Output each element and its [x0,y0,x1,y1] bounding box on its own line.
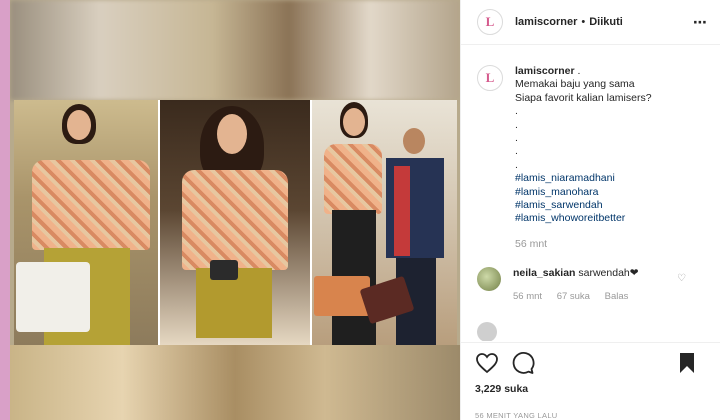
caption-username-link[interactable]: lamiscorner [515,65,575,77]
post-sidebar: L lamiscorner • Diikuti ⋯ L lamiscorner … [460,0,720,420]
comment-timestamp[interactable]: 56 mnt [513,291,542,302]
hashtag-link[interactable]: #lamis_sarwendah [515,199,652,212]
hashtag-link[interactable]: #lamis_niaramadhani [515,172,652,185]
comment-meta: 56 mnt 67 suka Balas [513,291,640,302]
bookmark-icon[interactable] [675,351,699,375]
post-caption: L lamiscorner . Memakai baju yang sama S… [477,65,708,251]
caption-dot: . [515,132,518,145]
comment-icon[interactable] [511,351,535,375]
reply-button[interactable]: Balas [605,291,629,302]
caption-text: . [574,65,581,77]
blurred-background-bottom [10,345,460,420]
comment-likes-link[interactable]: 67 suka [557,291,590,302]
photo-woman-and-boy [311,100,457,345]
photo-woman-white-bag [14,100,159,345]
comment-text: sarwendah❤ [575,267,639,280]
commenter-username-link[interactable]: neila_sakian [513,267,575,279]
blurred-background-top [10,0,460,100]
caption-dot: . [515,118,518,131]
author-username-link[interactable]: lamiscorner [515,16,577,28]
post-timestamp[interactable]: 56 MENIT YANG LALU [475,411,709,420]
brand-logo-icon: L [485,14,495,29]
heart-icon[interactable] [475,351,499,375]
partial-comment-item [477,322,708,341]
likes-count[interactable]: 3,229 suka [475,383,709,395]
comment-body: neila_sakian sarwendah❤ 56 mnt 67 suka B… [513,267,640,302]
separator-dot: • [581,16,586,28]
post-header: L lamiscorner • Diikuti ⋯ [461,0,720,45]
caption-avatar[interactable]: L [477,65,503,91]
post-actions: 3,229 suka 56 MENIT YANG LALU [461,342,720,420]
caption-dot: . [515,158,518,171]
caption-body: lamiscorner . Memakai baju yang sama Sia… [515,65,652,251]
caption-dot: . [515,145,518,158]
more-options-icon[interactable]: ⋯ [693,14,708,31]
author-avatar[interactable]: L [477,9,503,35]
caption-line: Memakai baju yang sama [515,78,635,91]
hashtag-link[interactable]: #lamis_whoworeitbetter [515,212,652,225]
hashtag-link[interactable]: #lamis_manohara [515,186,652,199]
post-media[interactable] [10,0,460,420]
caption-line: Siapa favorit kalian lamisers? [515,91,652,104]
action-bar [475,349,709,377]
brand-logo-icon: L [485,70,495,85]
commenter-avatar[interactable] [477,322,497,341]
photo-woman-yellow-skirt [160,100,310,345]
comment-like-heart-icon[interactable]: ♡ [677,273,686,284]
follow-status-button[interactable]: Diikuti [589,16,623,28]
comment-item: neila_sakian sarwendah❤ 56 mnt 67 suka B… [477,267,708,302]
instagram-post: L lamiscorner • Diikuti ⋯ L lamiscorner … [10,0,720,420]
caption-timestamp[interactable]: 56 mnt [515,238,652,251]
commenter-avatar[interactable] [477,267,501,292]
photo-collage [14,100,457,345]
caption-dot: . [515,105,518,118]
comments-section[interactable]: L lamiscorner . Memakai baju yang sama S… [461,45,720,341]
